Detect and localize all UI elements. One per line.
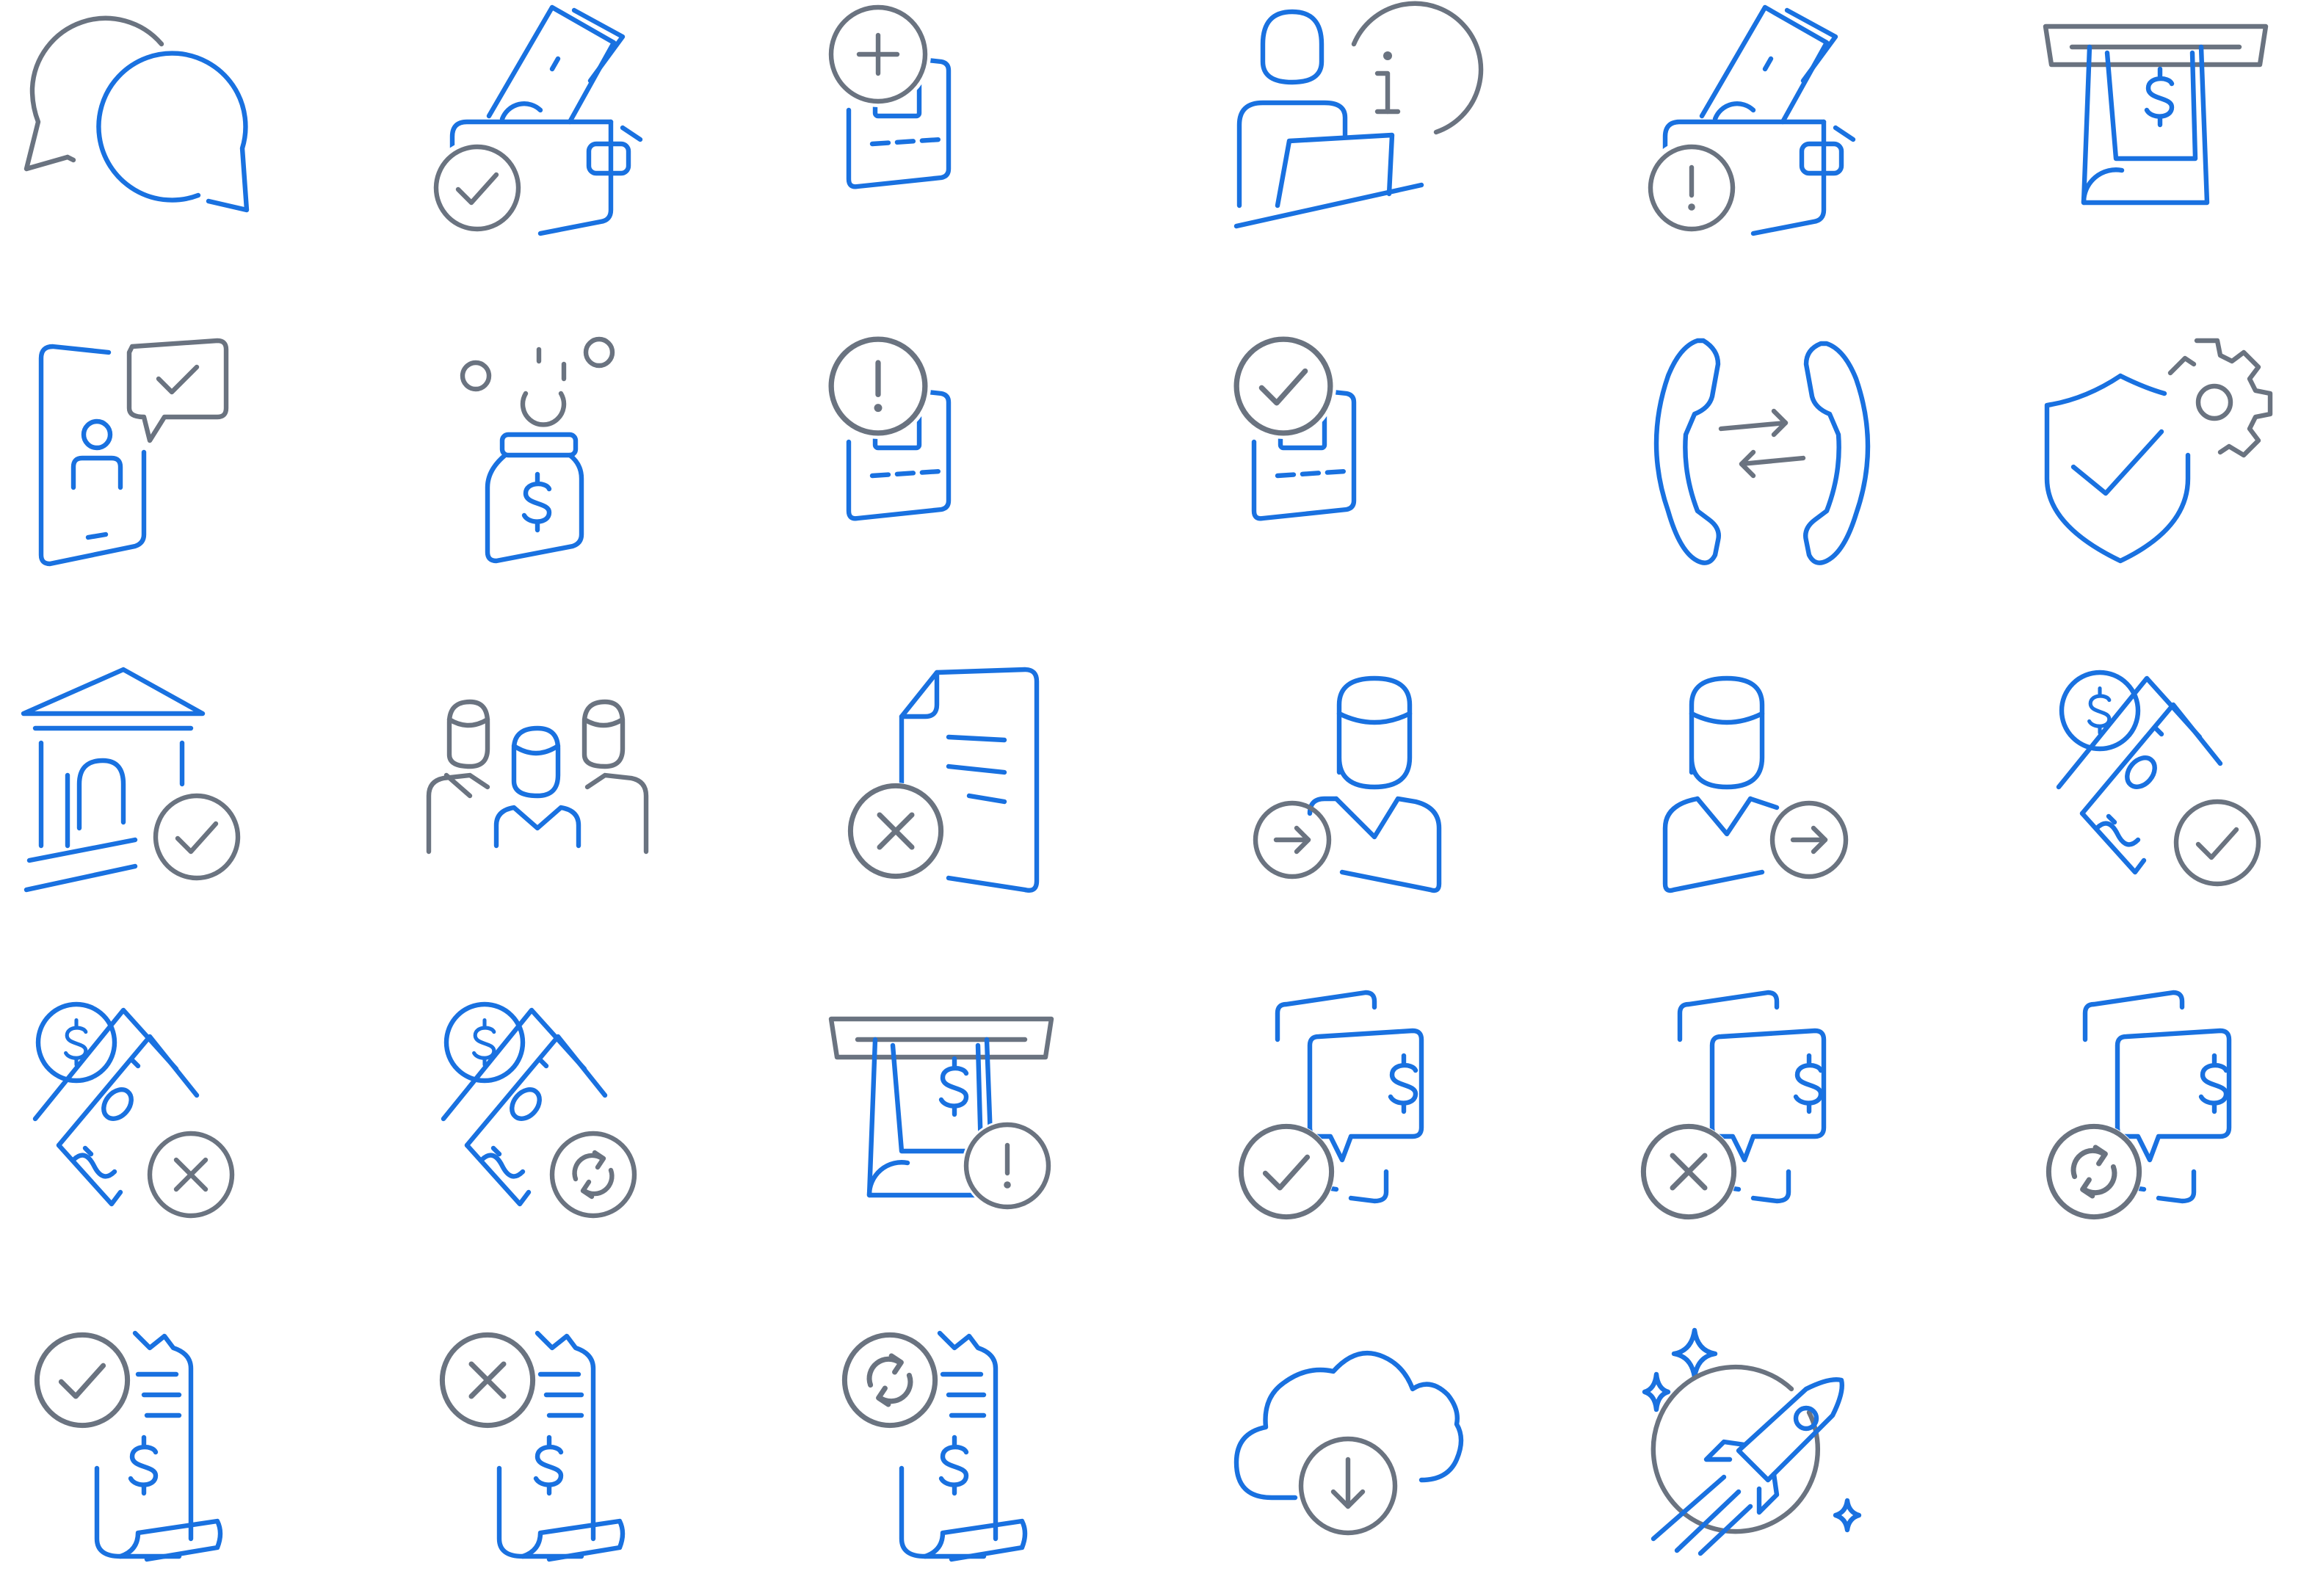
cloud-download-icon <box>1231 1339 1465 1589</box>
money-jar-icon <box>458 335 693 584</box>
icon-sheet <box>0 0 2301 1552</box>
mobile-payment-cancel-icon <box>1636 1025 1871 1274</box>
atm-alert-icon <box>831 1019 1066 1269</box>
document-cancel-icon <box>846 664 1081 913</box>
money-check-icon <box>2053 667 2288 916</box>
mobile-payment-check-icon <box>1233 1025 1468 1274</box>
phone-verified-user-icon <box>26 335 261 584</box>
receipt-check-icon <box>32 1321 267 1571</box>
receipt-cancel-icon <box>435 1321 670 1571</box>
money-refresh-icon <box>438 998 673 1248</box>
user-incoming-icon <box>1248 667 1483 916</box>
user-outgoing-icon <box>1656 667 1891 916</box>
team-icon <box>423 699 658 948</box>
card-alert-icon <box>825 332 1063 581</box>
money-cancel-icon <box>29 998 264 1248</box>
rocket-launch-icon <box>1633 1324 1868 1574</box>
receipt-refresh-icon <box>837 1321 1072 1571</box>
phone-transfer-icon <box>1645 332 1880 581</box>
bank-check-icon <box>18 664 253 913</box>
card-check-icon <box>1231 332 1465 581</box>
atm-cash-icon <box>2045 26 2280 276</box>
wallet-alert-icon <box>1643 7 1880 257</box>
shield-settings-icon <box>2041 332 2276 581</box>
mobile-payment-refresh-icon <box>2041 1025 2276 1274</box>
add-card-icon <box>825 0 1063 250</box>
wallet-check-icon <box>429 7 667 257</box>
chat-bubbles-icon <box>15 7 250 257</box>
info-desk-icon <box>1231 0 1484 250</box>
